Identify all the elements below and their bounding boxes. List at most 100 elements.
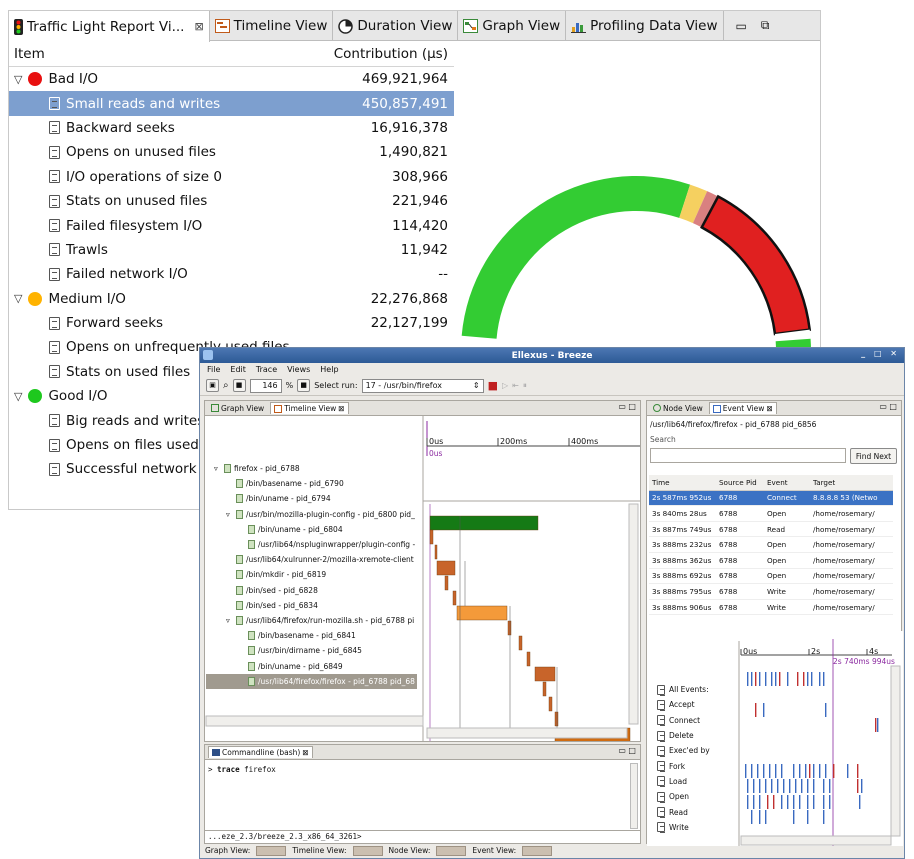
find-next-button[interactable]: Find Next — [850, 448, 897, 464]
process-tree-row[interactable]: /bin/sed - pid_6834 — [206, 598, 417, 613]
report-row[interactable]: Stats on unused files 221,946 — [9, 189, 454, 213]
process-tree-row[interactable]: ▿ /usr/lib64/firefox/run-mozilla.sh - pid… — [206, 613, 417, 628]
expand-triangle-icon[interactable]: ▿ — [214, 464, 221, 473]
report-row[interactable]: ▽ Medium I/O 22,276,868 — [9, 287, 454, 311]
event-category-item[interactable]: Open — [649, 789, 710, 804]
select-run-dropdown[interactable]: 17 - /usr/bin/firefox ⇕ — [361, 378, 484, 393]
report-row[interactable]: Small reads and writes 450,857,491 — [9, 91, 454, 116]
console-input[interactable]: ...eze_2.3/breeze_2.3_x86_64_3261> — [205, 830, 640, 843]
pane-window-controls[interactable]: ▭ □ — [618, 402, 636, 411]
event-category-item[interactable]: Exec'ed by — [649, 743, 710, 758]
search-input[interactable] — [650, 448, 846, 463]
report-row[interactable]: Trawls 11,942 — [9, 238, 454, 262]
console-scrollbar[interactable] — [630, 763, 638, 829]
event-category-item[interactable]: Delete — [649, 728, 710, 743]
process-tree-row[interactable]: /bin/basename - pid_6841 — [206, 628, 417, 643]
tab-timeline-view[interactable]: Timeline View — [210, 11, 334, 41]
pane-window-controls[interactable]: ▭ □ — [879, 402, 897, 411]
pause-icon[interactable]: ⏸ — [523, 381, 527, 391]
menu-views[interactable]: Views — [287, 365, 310, 374]
process-tree-row[interactable]: /bin/uname - pid_6849 — [206, 658, 417, 673]
event-row[interactable]: 3s 888ms 795us 6788 Write/home/rosemary/ — [649, 584, 893, 600]
fit-icon[interactable]: ▣ — [206, 379, 219, 392]
close-icon[interactable]: ⊠ — [302, 748, 308, 757]
process-tree-row[interactable]: /bin/basename - pid_6790 — [206, 476, 417, 491]
tab-timeline-view-small[interactable]: Timeline View ⊠ — [270, 402, 349, 414]
stop-icon[interactable]: ■ — [488, 379, 498, 392]
event-category-item[interactable]: Fork — [649, 758, 710, 773]
event-mark — [763, 764, 765, 778]
process-tree-row[interactable]: ▿ firefox - pid_6788 — [206, 461, 417, 476]
play-icon[interactable]: ▷ — [502, 381, 508, 390]
event-category-item[interactable]: Accept — [649, 697, 710, 712]
restore-icon[interactable]: ⧉ — [761, 18, 770, 33]
expand-triangle-icon[interactable]: ▿ — [226, 616, 233, 625]
menu-trace[interactable]: Trace — [256, 365, 277, 374]
report-row[interactable]: Backward seeks 16,916,378 — [9, 116, 454, 140]
event-category-item[interactable]: Read — [649, 804, 710, 819]
tab-profiling-data-view[interactable]: Profiling Data View — [566, 11, 724, 41]
column-header-item[interactable]: Item — [14, 46, 45, 62]
tab-node-view[interactable]: Node View — [650, 403, 706, 414]
event-category-item[interactable]: Connect — [649, 713, 710, 728]
process-tree-row[interactable]: /usr/lib64/firefox/firefox - pid_6788 pi… — [206, 673, 417, 689]
zoom-apply-button[interactable]: ■ — [297, 379, 311, 392]
expand-triangle-icon[interactable]: ▽ — [14, 390, 22, 403]
tab-event-view[interactable]: Event View ⊠ — [708, 402, 777, 414]
donut-slice-bad — [700, 194, 812, 336]
breeze-window-controls[interactable]: _ □ ✕ — [861, 349, 900, 358]
event-category-item[interactable]: Write — [649, 820, 710, 835]
close-icon[interactable]: ⊠ — [194, 20, 203, 33]
expand-triangle-icon[interactable]: ▽ — [14, 292, 22, 305]
tab-graph-view-small[interactable]: Graph View — [208, 403, 267, 414]
event-row[interactable]: 3s 888ms 362us 6788 Open/home/rosemary/ — [649, 553, 893, 569]
report-row[interactable]: Failed filesystem I/O 114,420 — [9, 213, 454, 237]
event-row[interactable]: 3s 888ms 906us 6788 Write/home/rosemary/ — [649, 600, 893, 616]
report-row[interactable]: ▽ Bad I/O 469,921,964 — [9, 67, 454, 91]
tab-commandline[interactable]: Commandline (bash) ⊠ — [208, 746, 313, 758]
event-row[interactable]: 3s 840ms 28us 6788 Open/home/rosemary/ — [649, 506, 893, 522]
process-tree-row[interactable]: /bin/sed - pid_6828 — [206, 583, 417, 598]
menu-file[interactable]: File — [207, 365, 220, 374]
tab-duration-view[interactable]: Duration View — [333, 11, 459, 41]
column-event[interactable]: Event — [767, 478, 813, 487]
breeze-title-bar: Ellexus - Breeze _ □ ✕ — [200, 348, 904, 363]
report-row[interactable]: I/O operations of size 0 308,966 — [9, 165, 454, 189]
process-tree-row[interactable]: /bin/mkdir - pid_6819 — [206, 567, 417, 582]
menu-help[interactable]: Help — [320, 365, 338, 374]
column-time[interactable]: Time — [649, 478, 719, 487]
search-label: Search — [650, 435, 676, 444]
tab-graph-view[interactable]: Graph View — [458, 11, 567, 41]
close-icon[interactable]: ⊠ — [766, 404, 772, 413]
expand-triangle-icon[interactable]: ▽ — [14, 73, 22, 86]
minimize-icon[interactable]: ▭ — [736, 19, 747, 33]
event-category-item[interactable]: All Events: — [649, 682, 710, 697]
column-target[interactable]: Target — [813, 478, 893, 487]
process-tree-row[interactable]: ▿ /usr/bin/mozilla-plugin-config - pid_68… — [206, 507, 417, 522]
zoom-reset-button[interactable]: ■ — [232, 379, 246, 392]
report-row[interactable]: Opens on unused files 1,490,821 — [9, 140, 454, 164]
process-tree-row[interactable]: /usr/lib64/nspluginwrapper/plugin-config… — [206, 537, 417, 552]
report-row[interactable]: Failed network I/O -- — [9, 262, 454, 286]
zoom-icon[interactable]: ⌕ — [223, 380, 229, 391]
step-icon[interactable]: ⇤ — [512, 381, 519, 390]
process-tree-row[interactable]: /bin/uname - pid_6804 — [206, 522, 417, 537]
process-tree-row[interactable]: /usr/lib64/xulrunner-2/mozilla-xremote-c… — [206, 552, 417, 567]
process-tree-row[interactable]: /bin/uname - pid_6794 — [206, 491, 417, 506]
menu-edit[interactable]: Edit — [230, 365, 246, 374]
tab-traffic-light-report[interactable]: Traffic Light Report Vi... ⊠ — [9, 11, 210, 42]
event-row[interactable]: 3s 888ms 232us 6788 Open/home/rosemary/ — [649, 537, 893, 553]
event-row[interactable]: 2s 587ms 952us 6788 Connect 8.8.8.8 53 (Net… — [649, 490, 893, 507]
event-category-item[interactable]: Load — [649, 774, 710, 789]
column-header-contribution[interactable]: Contribution (µs) — [334, 46, 448, 62]
pane-window-controls[interactable]: ▭ □ — [618, 746, 636, 755]
report-row[interactable]: Forward seeks 22,127,199 — [9, 311, 454, 335]
expand-triangle-icon[interactable]: ▿ — [226, 510, 233, 519]
event-row[interactable]: 3s 887ms 749us 6788 Read/home/rosemary/ — [649, 522, 893, 538]
process-tree-row[interactable]: /usr/bin/dirname - pid_6845 — [206, 643, 417, 658]
close-icon[interactable]: ⊠ — [338, 404, 344, 413]
zoom-input[interactable]: 146 — [249, 378, 282, 393]
process-label: /bin/uname - pid_6804 — [258, 524, 343, 534]
event-row[interactable]: 3s 888ms 692us 6788 Open/home/rosemary/ — [649, 569, 893, 585]
column-source-pid[interactable]: Source Pid — [719, 478, 767, 487]
